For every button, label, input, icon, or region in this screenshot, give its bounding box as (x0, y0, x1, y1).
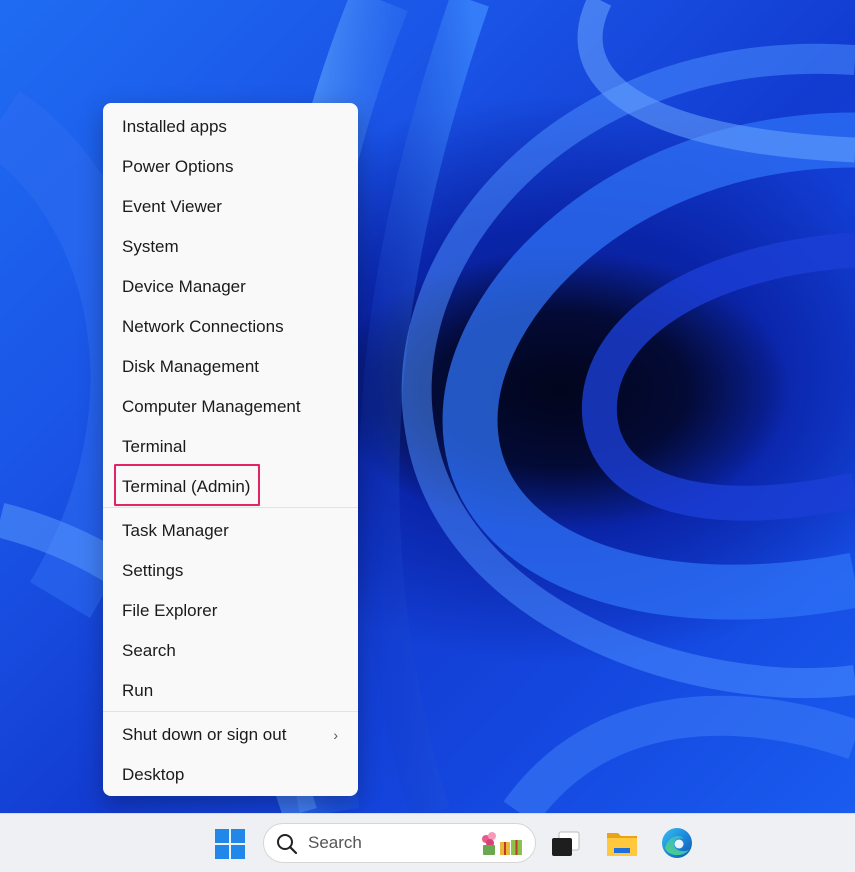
task-view-icon (552, 831, 580, 856)
start-button[interactable] (214, 828, 246, 860)
power-user-context-menu: Installed apps Power Options Event Viewe… (103, 103, 358, 796)
menu-item-label: Shut down or sign out (122, 725, 287, 744)
edge-browser-icon (662, 828, 692, 858)
menu-item-settings[interactable]: Settings (103, 551, 358, 591)
menu-item-file-explorer[interactable]: File Explorer (103, 591, 358, 631)
menu-separator (103, 507, 358, 508)
highlight-annotation-box (114, 464, 260, 506)
menu-item-network-connections[interactable]: Network Connections (103, 307, 358, 347)
taskbar-search-box[interactable]: Search (263, 823, 536, 863)
menu-item-desktop[interactable]: Desktop (103, 755, 358, 795)
menu-item-run[interactable]: Run (103, 671, 358, 711)
menu-item-shut-down-or-sign-out[interactable]: Shut down or sign out › (103, 715, 358, 755)
menu-item-search[interactable]: Search (103, 631, 358, 671)
menu-item-task-manager[interactable]: Task Manager (103, 511, 358, 551)
menu-item-computer-management[interactable]: Computer Management (103, 387, 358, 427)
task-view-button[interactable] (549, 829, 583, 859)
taskbar: Search (0, 813, 855, 872)
menu-item-device-manager[interactable]: Device Manager (103, 267, 358, 307)
menu-separator (103, 711, 358, 712)
search-label: Search (308, 833, 362, 852)
file-explorer-button[interactable] (605, 829, 639, 859)
windows-start-icon (215, 829, 245, 859)
menu-item-installed-apps[interactable]: Installed apps (103, 107, 358, 147)
desktop-wallpaper: Installed apps Power Options Event Viewe… (0, 0, 855, 813)
file-explorer-icon (607, 833, 637, 856)
edge-browser-button[interactable] (660, 826, 694, 860)
chevron-right-icon: › (333, 727, 338, 743)
menu-item-disk-management[interactable]: Disk Management (103, 347, 358, 387)
search-highlight-icon (482, 832, 522, 855)
menu-item-system[interactable]: System (103, 227, 358, 267)
menu-item-power-options[interactable]: Power Options (103, 147, 358, 187)
search-icon (277, 834, 298, 855)
menu-item-event-viewer[interactable]: Event Viewer (103, 187, 358, 227)
menu-item-terminal[interactable]: Terminal (103, 427, 358, 467)
